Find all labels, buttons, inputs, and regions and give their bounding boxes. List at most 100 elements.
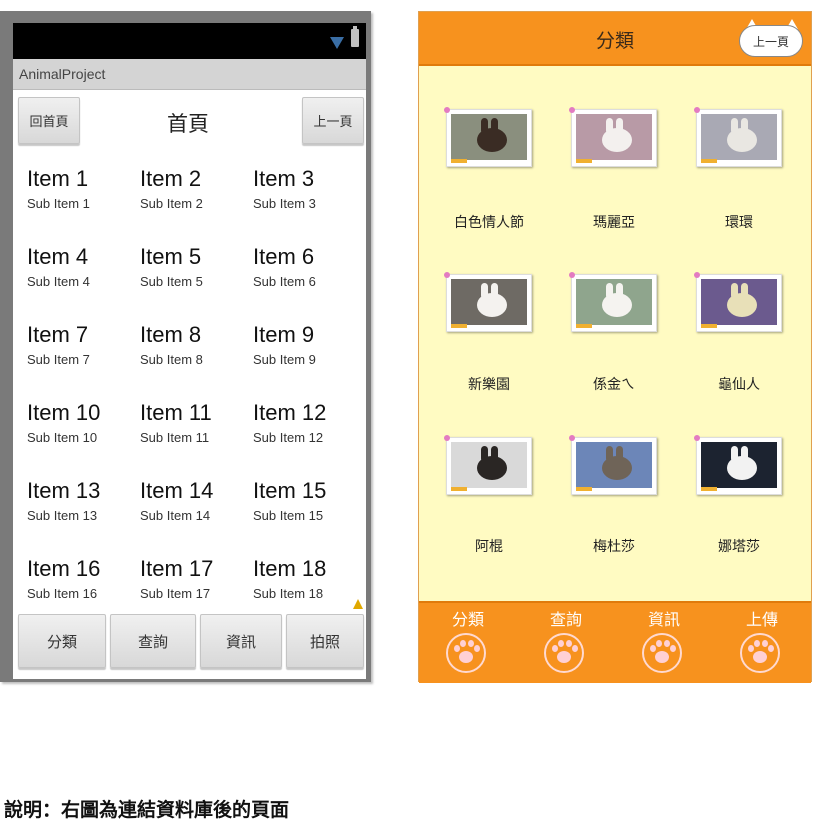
grid-item[interactable]: Item 9 Sub Item 9 (253, 322, 365, 398)
rabbit-image (576, 114, 652, 160)
grid-item[interactable]: Item 7 Sub Item 7 (27, 322, 139, 398)
right-phone-screenshot: 分類 上一頁 白色情人節 瑪麗亞 環環 新樂園 係金ㄟ 龜仙人 阿棍 梅杜莎 娜… (418, 11, 812, 683)
item-subtitle: Sub Item 6 (253, 274, 316, 289)
paw-toe (552, 645, 558, 652)
pin-icon (694, 107, 700, 113)
paw-toe (460, 640, 466, 647)
logo-tag (576, 487, 592, 491)
category-button[interactable]: 分類 (18, 614, 106, 668)
animal-name[interactable]: 新樂園 (434, 374, 544, 394)
logo-tag (451, 159, 467, 163)
paw-toe (650, 645, 656, 652)
item-title: Item 10 (27, 400, 101, 425)
paw-toe (656, 640, 662, 647)
item-title: Item 15 (253, 478, 327, 503)
item-subtitle: Sub Item 10 (27, 430, 98, 445)
logo-tag (451, 487, 467, 491)
grid-item[interactable]: Item 11 Sub Item 11 (140, 400, 252, 476)
animal-photo[interactable] (694, 107, 782, 167)
rabbit-image (451, 114, 527, 160)
paw-toe (566, 640, 572, 647)
search-button[interactable]: 查詢 (110, 614, 196, 668)
animal-name[interactable]: 梅杜莎 (559, 536, 669, 556)
paw-toe (762, 640, 768, 647)
animal-name[interactable]: 環環 (684, 212, 794, 232)
tab-info[interactable]: 資訊 (615, 603, 713, 683)
item-title: Item 12 (253, 400, 327, 425)
grid-item[interactable]: Item 1 Sub Item 1 (27, 166, 139, 242)
tab-label: 資訊 (647, 610, 680, 629)
warning-icon (353, 599, 363, 609)
item-subtitle: Sub Item 15 (253, 508, 324, 523)
paw-pad (655, 651, 669, 663)
animal-name[interactable]: 龜仙人 (684, 374, 794, 394)
logo-tag (451, 324, 467, 328)
item-subtitle: Sub Item 18 (253, 586, 324, 601)
grid-item[interactable]: Item 8 Sub Item 8 (140, 322, 252, 398)
rabbit-image (701, 442, 777, 488)
item-title: Item 6 (253, 244, 315, 269)
paw-pad (459, 651, 473, 663)
pin-icon (569, 107, 575, 113)
animal-name[interactable]: 係金ㄟ (559, 374, 669, 394)
animal-photo[interactable] (694, 272, 782, 332)
tab-category[interactable]: 分類 (419, 603, 517, 683)
paw-icon[interactable] (642, 633, 682, 673)
tab-label: 上傳 (745, 610, 778, 629)
item-title: Item 2 (140, 166, 202, 191)
paw-icon[interactable] (446, 633, 486, 673)
paw-toe (454, 645, 460, 652)
rabbit-image (701, 114, 777, 160)
item-subtitle: Sub Item 11 (140, 430, 210, 445)
left-phone-screenshot: AnimalProject 回首頁 首頁 上一頁 Item 1 Sub Item … (0, 11, 371, 682)
grid-item[interactable]: Item 5 Sub Item 5 (140, 244, 252, 320)
wifi-icon (330, 37, 344, 49)
paw-icon[interactable] (740, 633, 780, 673)
animal-name[interactable]: 阿棍 (434, 536, 544, 556)
item-title: Item 7 (27, 322, 89, 347)
grid-item[interactable]: Item 2 Sub Item 2 (140, 166, 252, 242)
logo-tag (576, 324, 592, 328)
item-title: Item 17 (140, 556, 214, 581)
photo-button[interactable]: 拍照 (286, 614, 364, 668)
logo-tag (701, 324, 717, 328)
grid-item[interactable]: Item 6 Sub Item 6 (253, 244, 365, 320)
animal-photo[interactable] (694, 435, 782, 495)
paw-icon[interactable] (544, 633, 584, 673)
animal-photo[interactable] (569, 435, 657, 495)
tab-search[interactable]: 查詢 (517, 603, 615, 683)
rabbit-body (602, 293, 632, 317)
grid-item[interactable]: Item 14 Sub Item 14 (140, 478, 252, 554)
rabbit-body (477, 128, 507, 152)
animal-photo[interactable] (569, 107, 657, 167)
grid-item[interactable]: Item 10 Sub Item 10 (27, 400, 139, 476)
paw-toe (748, 645, 754, 652)
tab-upload[interactable]: 上傳 (713, 603, 811, 683)
animal-photo[interactable] (444, 435, 532, 495)
info-button[interactable]: 資訊 (200, 614, 282, 668)
cat-back-button[interactable]: 上一頁 (739, 19, 803, 57)
animal-photo[interactable] (444, 272, 532, 332)
animal-name[interactable]: 瑪麗亞 (559, 212, 669, 232)
grid-item[interactable]: Item 12 Sub Item 12 (253, 400, 365, 476)
grid-item[interactable]: Item 4 Sub Item 4 (27, 244, 139, 320)
animal-photo[interactable] (569, 272, 657, 332)
item-title: Item 16 (27, 556, 101, 581)
back-button[interactable]: 上一頁 (302, 97, 364, 144)
home-button[interactable]: 回首頁 (18, 97, 80, 144)
item-subtitle: Sub Item 17 (140, 586, 211, 601)
grid-item[interactable]: Item 3 Sub Item 3 (253, 166, 365, 242)
item-title: Item 4 (27, 244, 89, 269)
item-subtitle: Sub Item 2 (140, 196, 203, 211)
pin-icon (694, 272, 700, 278)
rabbit-body (727, 128, 757, 152)
grid-item[interactable]: Item 13 Sub Item 13 (27, 478, 139, 554)
grid-item[interactable]: Item 15 Sub Item 15 (253, 478, 365, 554)
paw-pad (557, 651, 571, 663)
animal-photo[interactable] (444, 107, 532, 167)
paw-toe (468, 640, 474, 647)
animal-name[interactable]: 白色情人節 (434, 212, 544, 232)
animal-name[interactable]: 娜塔莎 (684, 536, 794, 556)
item-subtitle: Sub Item 7 (27, 352, 90, 367)
rabbit-body (602, 128, 632, 152)
